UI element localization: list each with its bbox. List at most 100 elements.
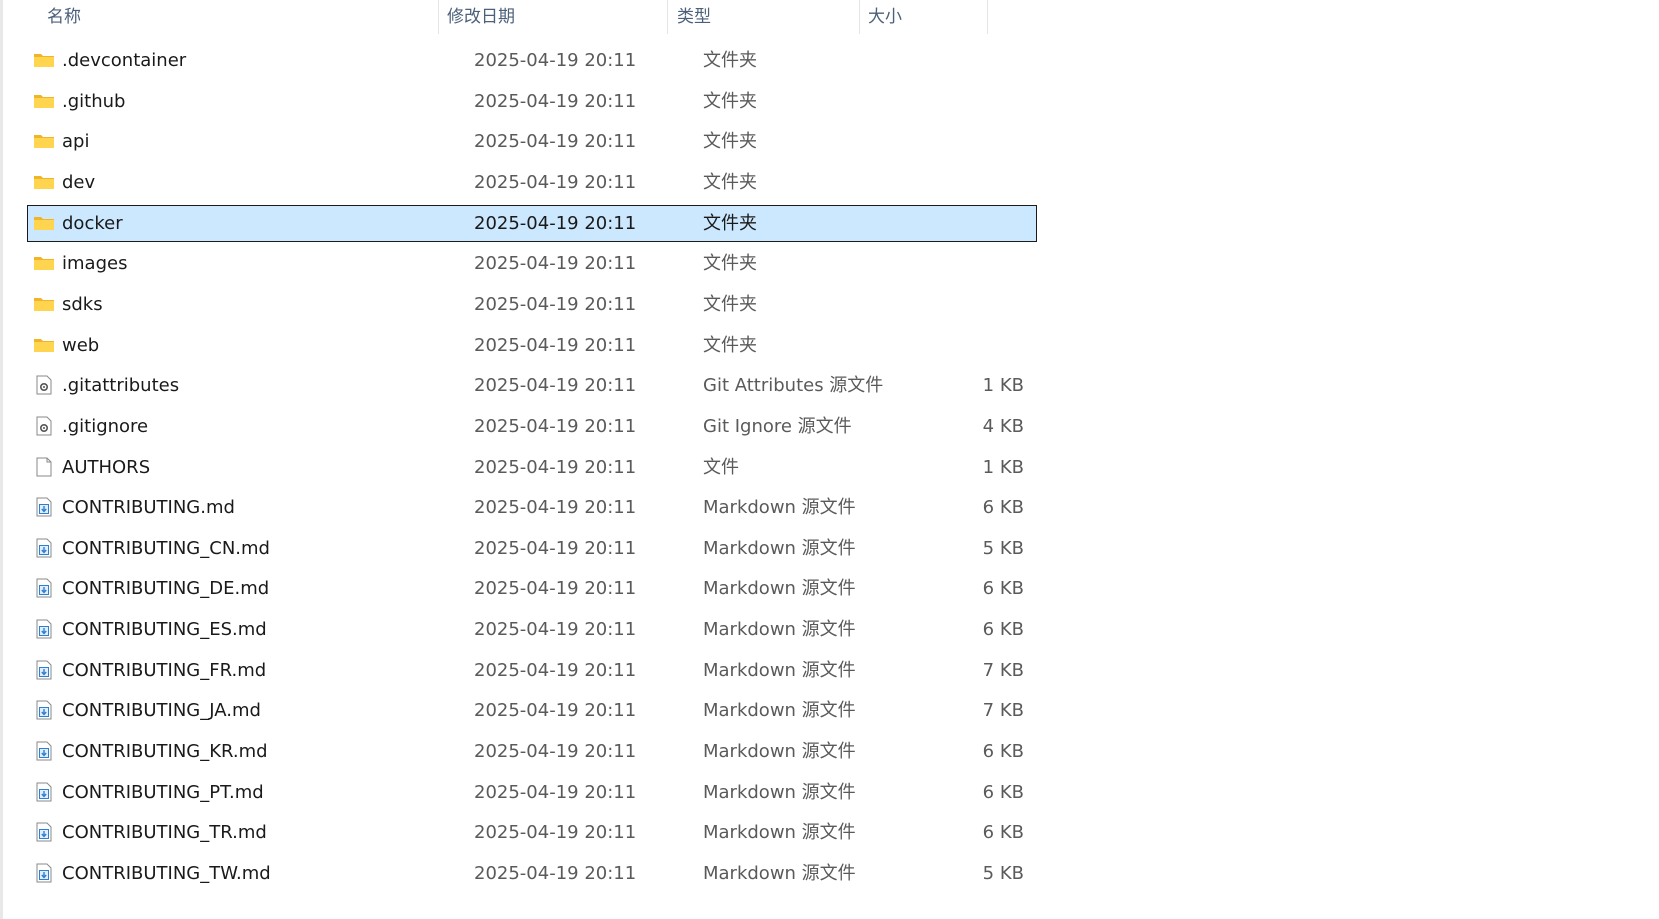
folder-icon bbox=[33, 172, 55, 192]
file-row[interactable]: CONTRIBUTING_FR.md 2025-04-19 20:11 Markdo… bbox=[27, 652, 1037, 689]
file-name[interactable]: CONTRIBUTING_TR.md bbox=[62, 815, 267, 850]
file-name[interactable]: images bbox=[62, 246, 127, 281]
file-row[interactable]: .devcontainer 2025-04-19 20:11 文件夹 bbox=[27, 42, 1037, 79]
file-name[interactable]: docker bbox=[62, 206, 123, 241]
file-row[interactable]: CONTRIBUTING_TW.md 2025-04-19 20:11 Markdo… bbox=[27, 855, 1037, 892]
file-row[interactable]: api 2025-04-19 20:11 文件夹 bbox=[27, 123, 1037, 160]
file-modified-date: 2025-04-19 20:11 bbox=[474, 578, 637, 600]
file-modified-date: 2025-04-19 20:11 bbox=[474, 90, 637, 112]
file-type: 文件夹 bbox=[703, 293, 757, 315]
file-row[interactable]: web 2025-04-19 20:11 文件夹 bbox=[27, 327, 1037, 364]
file-type: Markdown 源文件 bbox=[703, 863, 856, 884]
markdown-file-icon bbox=[33, 660, 55, 680]
file-type: Markdown 源文件 bbox=[703, 619, 856, 641]
file-name[interactable]: web bbox=[62, 328, 99, 363]
file-modified-date: 2025-04-19 20:11 bbox=[474, 700, 637, 722]
file-type: Markdown 源文件 bbox=[703, 822, 856, 844]
file-type: 文件夹 bbox=[703, 171, 757, 193]
folder-icon bbox=[33, 131, 55, 151]
file-type: 文件夹 bbox=[703, 334, 757, 356]
file-row-selected[interactable]: docker 2025-04-19 20:11 文件夹 bbox=[27, 204, 1037, 242]
file-row[interactable]: .github 2025-04-19 20:11 文件夹 bbox=[27, 83, 1037, 120]
file-name[interactable]: CONTRIBUTING_TW.md bbox=[62, 856, 271, 891]
file-modified-date: 2025-04-19 20:11 bbox=[474, 375, 637, 397]
file-row[interactable]: CONTRIBUTING_ES.md 2025-04-19 20:11 Markdo… bbox=[27, 611, 1037, 648]
file-row[interactable]: CONTRIBUTING_KR.md 2025-04-19 20:11 Markdo… bbox=[27, 733, 1037, 770]
file-modified-date: 2025-04-19 20:11 bbox=[474, 253, 637, 275]
file-name[interactable]: CONTRIBUTING_JA.md bbox=[62, 693, 261, 728]
file-type: Markdown 源文件 bbox=[703, 741, 856, 763]
file-name[interactable]: CONTRIBUTING_DE.md bbox=[62, 571, 269, 606]
folder-icon bbox=[33, 253, 55, 273]
file-modified-date: 2025-04-19 20:11 bbox=[474, 619, 637, 641]
file-type: Markdown 源文件 bbox=[703, 700, 856, 722]
markdown-file-icon bbox=[33, 822, 55, 842]
file-modified-date: 2025-04-19 20:11 bbox=[474, 50, 637, 71]
file-row[interactable]: images 2025-04-19 20:11 文件夹 bbox=[27, 245, 1037, 282]
settings-file-icon bbox=[33, 375, 55, 395]
file-row[interactable]: dev 2025-04-19 20:11 文件夹 bbox=[27, 164, 1037, 201]
file-size: 6 KB bbox=[982, 741, 1024, 763]
file-name[interactable]: CONTRIBUTING_KR.md bbox=[62, 734, 268, 769]
file-modified-date: 2025-04-19 20:11 bbox=[474, 537, 637, 559]
column-divider[interactable] bbox=[987, 0, 988, 34]
column-header-name[interactable]: 名称 bbox=[37, 0, 437, 34]
file-type: 文件夹 bbox=[703, 131, 757, 153]
file-name[interactable]: AUTHORS bbox=[62, 450, 150, 485]
file-modified-date: 2025-04-19 20:11 bbox=[474, 781, 637, 803]
file-modified-date: 2025-04-19 20:11 bbox=[474, 293, 637, 315]
file-size: 6 KB bbox=[982, 497, 1024, 519]
window-left-edge bbox=[0, 0, 3, 919]
file-row[interactable]: CONTRIBUTING_TR.md 2025-04-19 20:11 Markdo… bbox=[27, 814, 1037, 851]
file-name[interactable]: .devcontainer bbox=[62, 43, 186, 78]
blank-file-icon bbox=[33, 457, 55, 477]
file-size bbox=[958, 246, 1024, 281]
file-name[interactable]: CONTRIBUTING_CN.md bbox=[62, 531, 270, 566]
folder-icon bbox=[33, 50, 55, 70]
file-type: 文件夹 bbox=[703, 253, 757, 275]
file-size: 1 KB bbox=[982, 375, 1024, 397]
file-size: 7 KB bbox=[982, 700, 1024, 722]
file-name[interactable]: dev bbox=[62, 165, 95, 200]
file-size: 7 KB bbox=[982, 659, 1024, 681]
file-modified-date: 2025-04-19 20:11 bbox=[474, 863, 637, 884]
file-row[interactable]: CONTRIBUTING_PT.md 2025-04-19 20:11 Markdo… bbox=[27, 774, 1037, 811]
markdown-file-icon bbox=[33, 741, 55, 761]
markdown-file-icon bbox=[33, 578, 55, 598]
file-modified-date: 2025-04-19 20:11 bbox=[474, 212, 637, 234]
file-row[interactable]: .gitignore 2025-04-19 20:11 Git Ignore 源文件… bbox=[27, 408, 1037, 445]
folder-icon bbox=[33, 213, 55, 233]
file-row[interactable]: .gitattributes 2025-04-19 20:11 Git Attrib… bbox=[27, 367, 1037, 404]
file-size: 1 KB bbox=[982, 456, 1024, 478]
file-name[interactable]: CONTRIBUTING.md bbox=[62, 490, 235, 525]
file-type: Git Attributes 源文件 bbox=[703, 375, 884, 397]
file-name[interactable]: sdks bbox=[62, 287, 103, 322]
file-row[interactable]: AUTHORS 2025-04-19 20:11 文件 1 KB bbox=[27, 449, 1037, 486]
file-size: 6 KB bbox=[982, 578, 1024, 600]
file-name[interactable]: .gitignore bbox=[62, 409, 148, 444]
file-row[interactable]: CONTRIBUTING_DE.md 2025-04-19 20:11 Markdo… bbox=[27, 570, 1037, 607]
markdown-file-icon bbox=[33, 538, 55, 558]
column-header-type[interactable]: 类型 bbox=[667, 0, 859, 34]
file-row[interactable]: CONTRIBUTING.md 2025-04-19 20:11 Markdown … bbox=[27, 489, 1037, 526]
file-row[interactable]: CONTRIBUTING_JA.md 2025-04-19 20:11 Markdo… bbox=[27, 692, 1037, 729]
file-name[interactable]: api bbox=[62, 124, 89, 159]
file-modified-date: 2025-04-19 20:11 bbox=[474, 659, 637, 681]
file-size bbox=[958, 328, 1024, 363]
column-header-modified[interactable]: 修改日期 bbox=[437, 0, 667, 34]
file-name[interactable]: .gitattributes bbox=[62, 368, 179, 403]
column-header-size[interactable]: 大小 bbox=[858, 0, 987, 34]
folder-icon bbox=[33, 91, 55, 111]
file-name[interactable]: CONTRIBUTING_PT.md bbox=[62, 775, 264, 810]
file-row[interactable]: CONTRIBUTING_CN.md 2025-04-19 20:11 Markdo… bbox=[27, 530, 1037, 567]
file-row[interactable]: sdks 2025-04-19 20:11 文件夹 bbox=[27, 286, 1037, 323]
file-type: Markdown 源文件 bbox=[703, 578, 856, 600]
file-name[interactable]: CONTRIBUTING_FR.md bbox=[62, 653, 266, 688]
file-type: Markdown 源文件 bbox=[703, 781, 856, 803]
file-size bbox=[958, 84, 1024, 119]
file-name[interactable]: .github bbox=[62, 84, 125, 119]
column-header-bar: ^ 名称 修改日期 类型 大小 bbox=[0, 0, 1659, 34]
file-size bbox=[958, 124, 1024, 159]
markdown-file-icon bbox=[33, 863, 55, 883]
file-name[interactable]: CONTRIBUTING_ES.md bbox=[62, 612, 267, 647]
